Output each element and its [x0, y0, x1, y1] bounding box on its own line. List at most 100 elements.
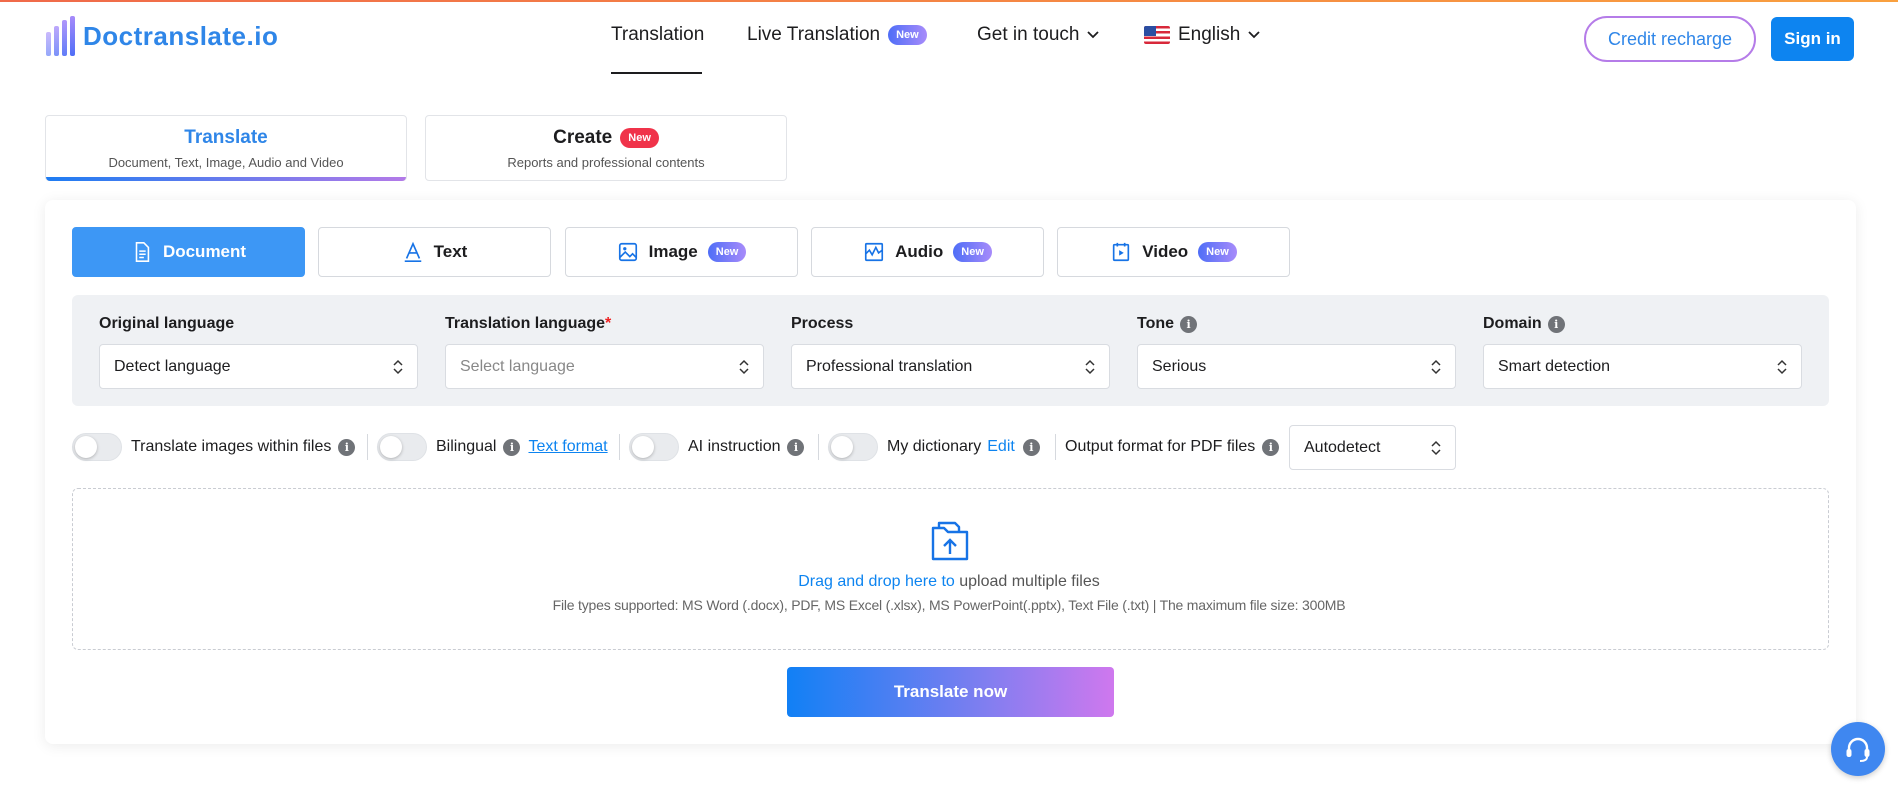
- tab-video-label: Video: [1142, 242, 1189, 261]
- original-language-select[interactable]: Detect language: [99, 344, 418, 389]
- headset-icon: [1846, 737, 1870, 762]
- ai-instruction-option: AI instruction i: [629, 432, 805, 462]
- file-dropzone[interactable]: [72, 488, 1829, 650]
- tab-video[interactable]: Video New: [1057, 227, 1290, 277]
- divider: [1055, 434, 1056, 460]
- document-icon: [135, 242, 150, 262]
- bilingual-option: Bilingual i Text format: [377, 432, 608, 462]
- logo-text: Doctranslate.io: [83, 20, 279, 51]
- process-select[interactable]: Professional translation: [791, 344, 1110, 389]
- output-format-label: Output format for PDF files: [1065, 438, 1256, 455]
- credit-recharge-button[interactable]: Credit recharge: [1584, 16, 1756, 62]
- info-icon[interactable]: i: [1022, 438, 1040, 456]
- nav-translation-label: Translation: [611, 24, 705, 45]
- domain-label: Domain i: [1483, 315, 1565, 333]
- domain-select[interactable]: Smart detection: [1483, 344, 1802, 389]
- info-icon[interactable]: i: [1180, 315, 1198, 333]
- tone-select[interactable]: Serious: [1137, 344, 1456, 389]
- tone-label: Tone i: [1137, 315, 1198, 333]
- ai-instruction-label: AI instruction: [688, 438, 781, 455]
- mode-create-title: Create: [553, 126, 613, 148]
- mode-translate-subtitle: Document, Text, Image, Audio and Video: [108, 154, 344, 170]
- edit-dictionary-link[interactable]: Edit: [987, 438, 1015, 456]
- nav-get-in-touch-label: Get in touch: [977, 24, 1080, 45]
- translate-panel: [45, 200, 1856, 744]
- us-flag-icon: [1144, 26, 1170, 44]
- nav-get-in-touch[interactable]: Get in touch: [977, 24, 1100, 46]
- tab-document-label: Document: [162, 242, 247, 261]
- required-mark: *: [605, 315, 612, 332]
- mode-translate[interactable]: Translate Document, Text, Image, Audio a…: [45, 115, 407, 181]
- divider: [619, 434, 620, 460]
- chevron-updown-icon: [1085, 359, 1095, 375]
- translate-images-toggle[interactable]: [72, 433, 122, 461]
- info-icon[interactable]: i: [1262, 438, 1280, 456]
- ai-instruction-toggle[interactable]: [629, 433, 679, 461]
- new-badge: New: [620, 127, 659, 148]
- my-dictionary-toggle[interactable]: [828, 433, 878, 461]
- dropzone-supported-types: File types supported: MS Word (.docx), P…: [552, 597, 1346, 613]
- video-icon: [1113, 242, 1130, 262]
- original-language-label: Original language: [99, 315, 235, 332]
- chevron-updown-icon: [1431, 440, 1441, 456]
- tab-text[interactable]: Text: [318, 227, 551, 277]
- new-badge: New: [953, 242, 992, 262]
- mode-create-subtitle: Reports and professional contents: [507, 154, 705, 170]
- info-icon[interactable]: i: [338, 438, 356, 456]
- chevron-updown-icon: [739, 359, 749, 375]
- tab-image[interactable]: Image New: [565, 227, 798, 277]
- tab-audio-label: Audio: [895, 242, 944, 261]
- text-icon: [404, 241, 421, 262]
- chevron-down-icon: [1087, 31, 1100, 39]
- logo[interactable]: Doctranslate.io: [46, 16, 278, 56]
- mode-create[interactable]: Create New Reports and professional conte…: [425, 115, 787, 181]
- tab-image-label: Image: [648, 242, 698, 261]
- sign-in-button[interactable]: Sign in: [1771, 17, 1854, 61]
- info-icon[interactable]: i: [787, 438, 805, 456]
- output-format-select[interactable]: Autodetect: [1289, 425, 1456, 470]
- tone-value: Serious: [1152, 357, 1207, 375]
- tab-text-label: Text: [433, 242, 468, 261]
- nav-live-translation[interactable]: Live Translation New: [747, 24, 927, 46]
- process-label: Process: [791, 315, 854, 332]
- my-dictionary-label: My dictionary: [887, 438, 982, 455]
- new-badge: New: [888, 25, 927, 45]
- my-dictionary-option: My dictionary Edit i: [828, 432, 1040, 462]
- domain-value: Smart detection: [1498, 357, 1611, 375]
- bilingual-toggle[interactable]: [377, 433, 427, 461]
- translate-now-button[interactable]: Translate now: [787, 667, 1114, 717]
- dropzone-rest: upload multiple files: [954, 573, 1100, 590]
- new-badge: New: [1198, 242, 1237, 262]
- output-format-value: Autodetect: [1304, 438, 1381, 456]
- chevron-updown-icon: [1777, 359, 1787, 375]
- upload-file-icon: [931, 521, 969, 561]
- original-language-value: Detect language: [114, 357, 231, 375]
- chevron-updown-icon: [393, 359, 403, 375]
- chevron-down-icon: [1248, 31, 1260, 39]
- bilingual-label: Bilingual: [436, 438, 497, 455]
- output-format-option: Output format for PDF files i: [1065, 432, 1280, 462]
- new-badge: New: [707, 242, 747, 262]
- nav-live-translation-label: Live Translation: [747, 24, 881, 45]
- translation-language-select[interactable]: Select language: [445, 344, 764, 389]
- translation-language-placeholder: Select language: [460, 357, 575, 375]
- text-format-link[interactable]: Text format: [528, 438, 607, 456]
- divider: [818, 434, 819, 460]
- nav-translation[interactable]: Translation: [611, 24, 704, 46]
- dropzone-highlight[interactable]: Drag and drop here to: [798, 573, 955, 590]
- audio-icon: [865, 242, 884, 262]
- info-icon[interactable]: i: [503, 438, 521, 456]
- support-chat-button[interactable]: [1831, 722, 1885, 776]
- language-label: English: [1178, 24, 1241, 45]
- top-header: Doctranslate.io Translation Live Transla…: [0, 2, 1898, 74]
- tab-document[interactable]: Document: [72, 227, 305, 277]
- translation-language-label: Translation language*: [445, 315, 612, 332]
- mode-translate-title: Translate: [184, 126, 268, 148]
- language-selector[interactable]: English: [1144, 24, 1260, 46]
- info-icon[interactable]: i: [1547, 315, 1565, 333]
- translate-images-option: Translate images within files i: [72, 432, 356, 462]
- tab-audio[interactable]: Audio New: [811, 227, 1044, 277]
- process-value: Professional translation: [806, 357, 973, 375]
- image-icon: [618, 242, 637, 262]
- translate-images-label: Translate images within files: [131, 438, 332, 455]
